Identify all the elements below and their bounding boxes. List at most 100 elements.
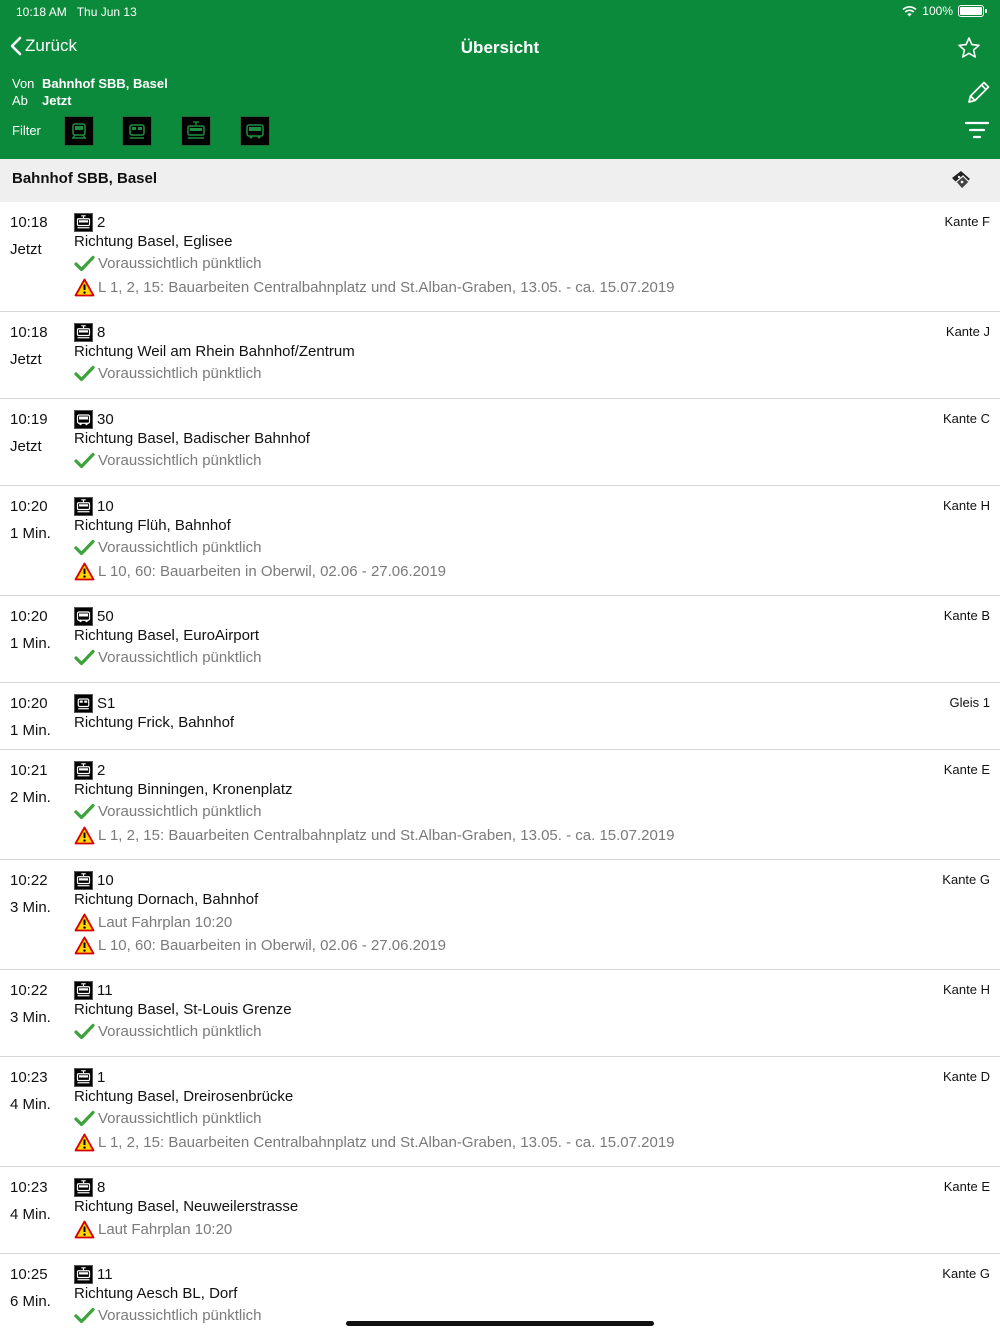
regional-train-icon <box>74 694 93 713</box>
line-info: 10 <box>74 871 114 890</box>
bus-icon <box>74 607 93 626</box>
check-icon <box>74 255 95 272</box>
departure-row[interactable]: 10:18 Jetzt 2 Richtung Basel, Eglisee Voraus… <box>0 202 1000 312</box>
status-message: Voraussichtlich pünktlich <box>74 1023 261 1040</box>
departure-row[interactable]: 10:21 2 Min. 2 Richtung Binningen, Kronenpl… <box>0 750 1000 860</box>
line-number: 8 <box>97 1179 106 1196</box>
direction: Richtung Basel, Badischer Bahnhof <box>74 430 310 447</box>
status-message: Voraussichtlich pünktlich <box>74 649 261 666</box>
departure-time: 10:20 <box>10 695 48 712</box>
message-text: L 1, 2, 15: Bauarbeiten Centralbahnplatz… <box>98 1134 675 1151</box>
tram-icon <box>74 1068 93 1087</box>
tram-icon <box>74 497 93 516</box>
line-number: 11 <box>97 982 113 999</box>
departure-row[interactable]: 10:20 1 Min. 50 Richtung Basel, EuroAirport… <box>0 596 1000 683</box>
departure-row[interactable]: 10:23 4 Min. 8 Richtung Basel, Neuweilerstr… <box>0 1167 1000 1254</box>
from-value: Bahnhof SBB, Basel <box>42 76 168 91</box>
from-label: Von <box>12 76 35 91</box>
departure-time: 10:22 <box>10 872 48 889</box>
departure-value: Jetzt <box>42 93 72 108</box>
status-message: Voraussichtlich pünktlich <box>74 452 261 469</box>
warning-icon <box>74 936 95 955</box>
chevron-left-icon <box>10 36 22 56</box>
message-text: Voraussichtlich pünktlich <box>98 255 262 272</box>
platform: Kante B <box>943 608 990 623</box>
station-section-header: Bahnhof SBB, Basel <box>0 159 1000 202</box>
departure-row[interactable]: 10:20 1 Min. S1 Richtung Frick, Bahnhof Glei… <box>0 683 1000 750</box>
departure-row[interactable]: 10:18 Jetzt 8 Richtung Weil am Rhein Bahnho… <box>0 312 1000 399</box>
check-icon <box>74 1307 95 1324</box>
platform: Kante E <box>943 1179 990 1194</box>
message-text: Laut Fahrplan 10:20 <box>98 1221 233 1238</box>
edit-button[interactable] <box>966 79 992 110</box>
departure-time: 10:18 <box>10 324 48 341</box>
line-number: 8 <box>97 324 106 341</box>
favorite-button[interactable] <box>957 36 981 65</box>
message-text: Voraussichtlich pünktlich <box>98 649 262 666</box>
tram-icon <box>74 1265 93 1284</box>
platform: Kante F <box>944 214 990 229</box>
platform: Kante G <box>942 1266 990 1281</box>
platform: Kante C <box>943 411 990 426</box>
warning-icon <box>74 1133 95 1152</box>
departure-row[interactable]: 10:22 3 Min. 11 Richtung Basel, St-Louis Gr… <box>0 970 1000 1057</box>
status-bar: 10:18 AM Thu Jun 13 100% <box>0 0 1000 24</box>
tickets-icon <box>952 171 970 190</box>
filter-tram-button[interactable] <box>181 116 211 146</box>
status-message: Voraussichtlich pünktlich <box>74 1110 261 1127</box>
direction: Richtung Frick, Bahnhof <box>74 714 235 731</box>
message-text: Voraussichtlich pünktlich <box>98 1307 262 1324</box>
warning-message: L 10, 60: Bauarbeiten in Oberwil, 02.06 … <box>74 936 446 955</box>
train-icon <box>72 123 86 139</box>
line-info: 11 <box>74 981 113 1000</box>
filter-train-button[interactable] <box>64 116 94 146</box>
status-right: 100% <box>902 4 987 18</box>
back-button[interactable]: Zurück <box>10 36 77 56</box>
departure-countdown: Jetzt <box>10 438 42 455</box>
platform: Kante D <box>943 1069 990 1084</box>
tickets-button[interactable] <box>950 169 972 196</box>
home-indicator[interactable] <box>346 1321 654 1326</box>
line-info: 2 <box>74 213 105 232</box>
departure-countdown: 3 Min. <box>10 899 51 916</box>
line-number: 2 <box>97 762 106 779</box>
departure-countdown: 6 Min. <box>10 1293 51 1310</box>
departure-time: 10:20 <box>10 608 48 625</box>
departure-row[interactable]: 10:23 4 Min. 1 Richtung Basel, Dreirosenbrü… <box>0 1057 1000 1167</box>
battery-percent: 100% <box>922 4 953 18</box>
departure-countdown: 2 Min. <box>10 789 51 806</box>
filter-regional-train-button[interactable] <box>122 116 152 146</box>
departure-countdown: 4 Min. <box>10 1096 51 1113</box>
check-icon <box>74 1023 95 1040</box>
status-time: 10:18 AM Thu Jun 13 <box>16 5 137 19</box>
departure-time: 10:20 <box>10 498 48 515</box>
departure-time: 10:19 <box>10 411 48 428</box>
departure-row[interactable]: 10:20 1 Min. 10 Richtung Flüh, Bahnhof Vorau… <box>0 486 1000 596</box>
departure-countdown: 1 Min. <box>10 635 51 652</box>
departure-time: 10:22 <box>10 982 48 999</box>
departure-row[interactable]: 10:19 Jetzt 30 Richtung Basel, Badischer Ba… <box>0 399 1000 486</box>
warning-message: L 1, 2, 15: Bauarbeiten Centralbahnplatz… <box>74 1133 675 1152</box>
filter-bus-button[interactable] <box>240 116 270 146</box>
message-text: Voraussichtlich pünktlich <box>98 1110 262 1127</box>
direction: Richtung Basel, Eglisee <box>74 233 233 250</box>
direction: Richtung Basel, EuroAirport <box>74 627 260 644</box>
check-icon <box>74 1110 95 1127</box>
warning-icon <box>74 913 95 932</box>
departure-row[interactable]: 10:22 3 Min. 10 Richtung Dornach, Bahnhof La… <box>0 860 1000 970</box>
filter-lines-icon <box>964 121 990 139</box>
departure-time: 10:23 <box>10 1069 48 1086</box>
departure-countdown: 1 Min. <box>10 525 51 542</box>
status-message: Voraussichtlich pünktlich <box>74 365 261 382</box>
message-text: L 10, 60: Bauarbeiten in Oberwil, 02.06 … <box>98 937 447 954</box>
warning-message: L 1, 2, 15: Bauarbeiten Centralbahnplatz… <box>74 826 675 845</box>
warning-icon <box>74 826 95 845</box>
direction: Richtung Basel, Neuweilerstrasse <box>74 1198 299 1215</box>
line-info: S1 <box>74 694 115 713</box>
line-number: S1 <box>97 695 116 712</box>
platform: Kante J <box>945 324 990 339</box>
sort-filter-button[interactable] <box>964 121 990 144</box>
warning-icon <box>74 278 95 297</box>
check-icon <box>74 365 95 382</box>
status-message: Voraussichtlich pünktlich <box>74 803 261 820</box>
